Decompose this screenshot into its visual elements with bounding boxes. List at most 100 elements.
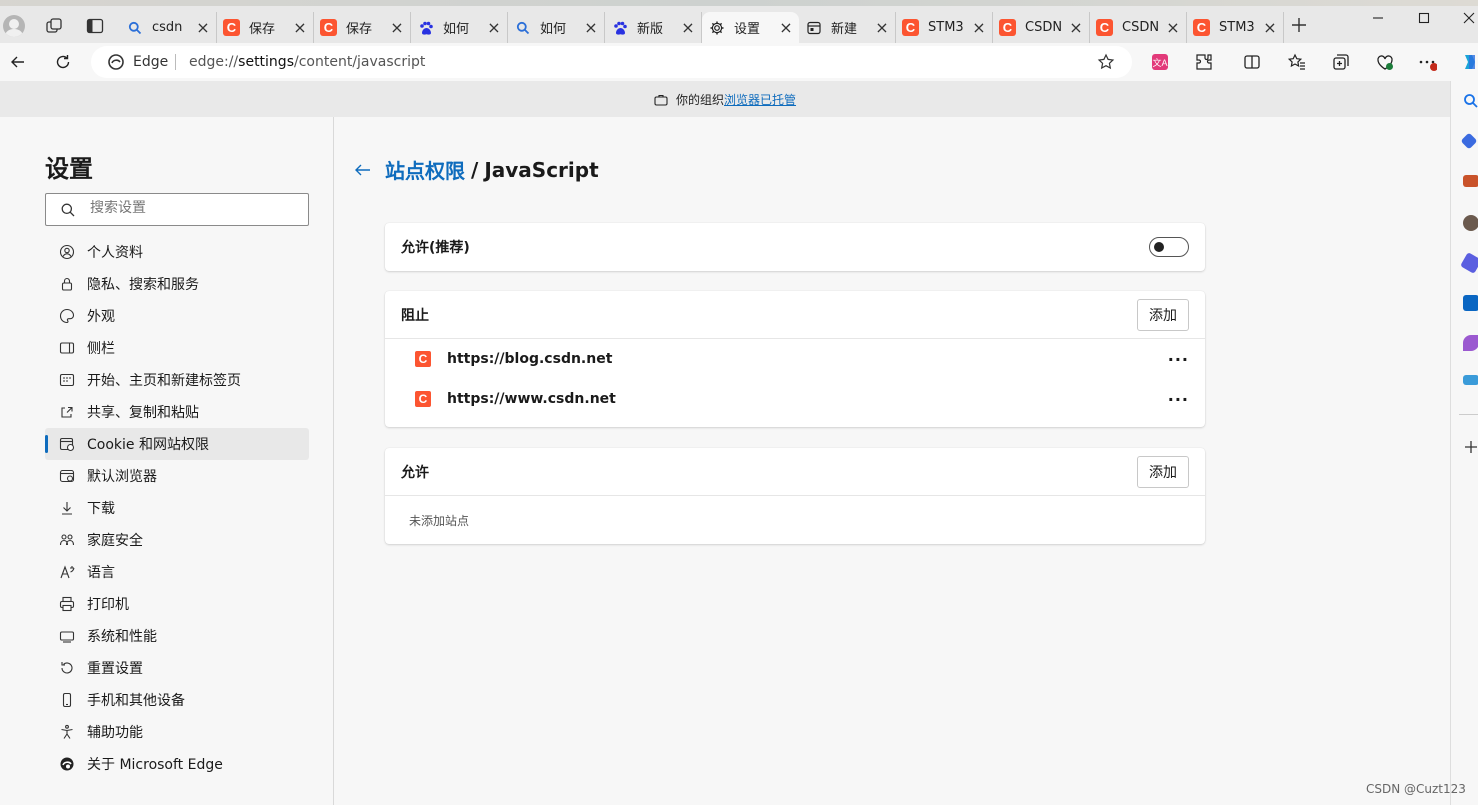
favorite-star-icon[interactable] xyxy=(1097,53,1115,71)
tab-close-icon[interactable]: × xyxy=(972,19,986,35)
sidebar-item[interactable]: 侧栏 xyxy=(45,332,309,364)
browser-tab[interactable]: csdn × xyxy=(120,12,217,43)
browser-tab[interactable]: C 保存 × xyxy=(217,12,314,43)
tab-close-icon[interactable]: × xyxy=(779,19,793,35)
browser-tab[interactable]: C 保存 × xyxy=(314,12,411,43)
sidebar-item[interactable]: 开始、主页和新建标签页 xyxy=(45,364,309,396)
sidebar-item[interactable]: 隐私、搜索和服务 xyxy=(45,268,309,300)
cookie-site-icon xyxy=(59,437,75,452)
block-card: 阻止 添加 Chttps://blog.csdn.net ··· Chttps://… xyxy=(385,291,1205,427)
profile-avatar[interactable] xyxy=(3,15,25,37)
tab-title: 设置 xyxy=(734,22,761,37)
allow-add-button[interactable]: 添加 xyxy=(1137,455,1189,488)
settings-search-box[interactable] xyxy=(45,193,309,226)
allow-card: 允许 添加 未添加站点 xyxy=(385,448,1205,544)
edge-sidebar xyxy=(1450,81,1478,805)
sidebar-item[interactable]: 系统和性能 xyxy=(45,620,309,652)
sidebar-item[interactable]: 家庭安全 xyxy=(45,524,309,556)
address-url[interactable]: edge://settings/content/javascript xyxy=(189,54,425,70)
block-header: 阻止 添加 xyxy=(385,291,1205,339)
sidebar-item[interactable]: 打印机 xyxy=(45,588,309,620)
baidu-paw-icon xyxy=(611,19,628,36)
copilot-icon[interactable] xyxy=(1460,52,1478,72)
shopping-tag-icon[interactable] xyxy=(1460,132,1478,150)
site-more-options-icon[interactable]: ··· xyxy=(1168,350,1189,369)
microsoft365-icon[interactable] xyxy=(1460,252,1478,274)
phone-icon xyxy=(62,692,72,708)
tab-close-icon[interactable]: × xyxy=(681,19,695,35)
address-separator xyxy=(175,54,176,70)
sidebar-item[interactable]: 下载 xyxy=(45,492,309,524)
browser-essentials-icon[interactable] xyxy=(1375,52,1395,72)
refresh-icon[interactable] xyxy=(53,52,73,72)
tab-close-icon[interactable]: × xyxy=(584,19,598,35)
javascript-allow-toggle[interactable] xyxy=(1149,237,1189,257)
tab-close-icon[interactable]: × xyxy=(1069,19,1083,35)
new-tab-plus-icon[interactable] xyxy=(1289,15,1309,35)
tab-close-icon[interactable]: × xyxy=(487,19,501,35)
outlook-icon[interactable] xyxy=(1463,295,1478,311)
managed-link[interactable]: 浏览器已托管 xyxy=(724,91,796,108)
sidebar-item[interactable]: 手机和其他设备 xyxy=(45,684,309,716)
block-add-button[interactable]: 添加 xyxy=(1137,298,1189,331)
sidebar-item[interactable]: 语言 xyxy=(45,556,309,588)
sidebar-item[interactable]: 外观 xyxy=(45,300,309,332)
tab-close-icon[interactable]: × xyxy=(1263,19,1277,35)
settings-search-input[interactable] xyxy=(90,200,290,216)
browser-tab[interactable]: 设置 × xyxy=(702,12,799,43)
briefcase-icon xyxy=(654,94,668,106)
browser-tab[interactable]: 新版 × xyxy=(605,12,702,43)
sidebar-item[interactable]: 共享、复制和粘贴 xyxy=(45,396,309,428)
breadcrumb-site-permissions[interactable]: 站点权限 xyxy=(385,155,465,184)
sidebar-item-label: 语言 xyxy=(87,565,115,581)
browser-tab[interactable]: 如何 × xyxy=(411,12,508,43)
sidebar-item[interactable]: Cookie 和网站权限 xyxy=(45,428,309,460)
sidebar-item-label: 开始、主页和新建标签页 xyxy=(87,373,241,389)
add-sidebar-app-icon[interactable] xyxy=(1463,439,1478,455)
games-icon[interactable] xyxy=(1463,215,1478,231)
tab-close-icon[interactable]: × xyxy=(390,19,404,35)
favorites-icon[interactable] xyxy=(1287,52,1307,72)
maximize-icon[interactable] xyxy=(1414,8,1434,28)
minimize-icon[interactable] xyxy=(1368,8,1388,28)
tab-title: CSDN xyxy=(1025,20,1063,35)
address-bar[interactable]: Edge edge://settings/content/javascript xyxy=(91,46,1132,78)
browser-tab[interactable]: C CSDN × xyxy=(1090,12,1187,43)
tab-close-icon[interactable]: × xyxy=(293,19,307,35)
collections-icon[interactable] xyxy=(1331,52,1351,72)
back-arrow-icon[interactable] xyxy=(353,160,373,180)
translate-extension-icon[interactable]: 文A xyxy=(1150,52,1170,72)
sidebar-item-label: Cookie 和网站权限 xyxy=(87,437,209,453)
back-arrow-icon[interactable] xyxy=(8,52,28,72)
browser-tab[interactable]: 如何 × xyxy=(508,12,605,43)
allow-recommended-card: 允许(推荐) xyxy=(385,223,1205,271)
sidebar-search-icon[interactable] xyxy=(1463,93,1478,109)
newtab-icon xyxy=(805,19,822,36)
sidebar-item[interactable]: 关于 Microsoft Edge xyxy=(45,748,309,780)
browser-tab[interactable]: C STM3 × xyxy=(1187,12,1284,43)
browser-tab[interactable]: 新建 × xyxy=(799,12,896,43)
browser-tab[interactable]: C CSDN × xyxy=(993,12,1090,43)
more-menu-icon[interactable] xyxy=(1417,52,1437,72)
workspaces-icon[interactable] xyxy=(44,16,64,36)
extensions-icon[interactable] xyxy=(1194,52,1214,72)
site-more-options-icon[interactable]: ··· xyxy=(1168,390,1189,409)
browser-tab[interactable]: C STM3 × xyxy=(896,12,993,43)
printer-icon xyxy=(59,596,75,612)
drop-icon[interactable] xyxy=(1463,375,1478,385)
split-screen-icon[interactable] xyxy=(1242,52,1262,72)
tools-icon[interactable] xyxy=(1463,175,1478,187)
tab-close-icon[interactable]: × xyxy=(875,19,889,35)
sidebar-item[interactable]: 重置设置 xyxy=(45,652,309,684)
allow-recommended-row: 允许(推荐) xyxy=(385,223,1205,271)
sidebar-item-label: 侧栏 xyxy=(87,341,115,357)
close-window-icon[interactable] xyxy=(1459,8,1478,28)
sidebar-item[interactable]: 辅助功能 xyxy=(45,716,309,748)
sidebar-item[interactable]: 默认浏览器 xyxy=(45,460,309,492)
breadcrumb: 站点权限 / JavaScript xyxy=(353,155,599,184)
tab-close-icon[interactable]: × xyxy=(196,19,210,35)
tab-actions-icon[interactable] xyxy=(85,16,105,36)
sidebar-item[interactable]: 个人资料 xyxy=(45,236,309,268)
tab-close-icon[interactable]: × xyxy=(1166,19,1180,35)
designer-icon[interactable] xyxy=(1463,335,1478,351)
